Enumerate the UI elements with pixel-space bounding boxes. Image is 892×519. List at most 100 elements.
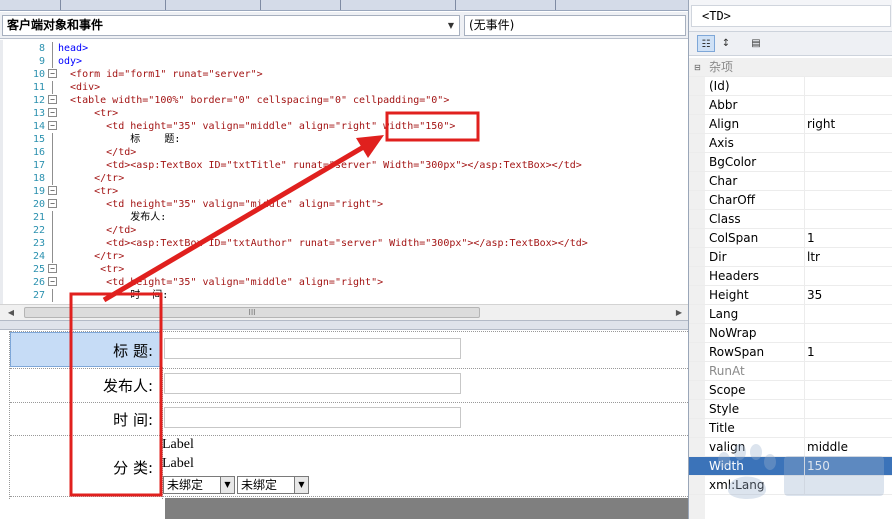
outline-guide [52, 224, 53, 237]
property-value[interactable] [804, 172, 892, 191]
property-value[interactable] [804, 400, 892, 419]
collapse-icon[interactable]: − [48, 199, 57, 208]
property-value[interactable] [804, 153, 892, 172]
code-text: <td height="35" valign="middle" align="r… [58, 277, 384, 288]
time-textbox[interactable] [164, 407, 461, 428]
property-row[interactable]: RowSpan 1 [689, 343, 892, 362]
line-number: 8 [38, 43, 45, 54]
line-number: 10 [32, 69, 45, 80]
code-line[interactable]: 21 发布人: [0, 211, 688, 224]
events-combo[interactable]: (无事件) [464, 15, 686, 36]
document-tab-strip[interactable] [0, 0, 688, 11]
design-surface[interactable]: 标 题: 发布人: 时 间: 分 类: Label Label 未绑定 ▼ 未绑… [0, 330, 688, 519]
categorized-icon[interactable]: ☷ [697, 35, 715, 52]
collapse-icon[interactable]: − [48, 121, 57, 130]
code-line[interactable]: 22 </td> [0, 224, 688, 237]
collapse-icon[interactable]: − [48, 186, 57, 195]
outline-guide [52, 289, 53, 302]
category-dropdown-1[interactable]: 未绑定 ▼ [163, 476, 235, 494]
property-value[interactable] [804, 362, 892, 381]
property-category[interactable]: ⊟ 杂项 [689, 58, 892, 77]
line-number: 27 [32, 290, 45, 301]
client-objects-combo[interactable]: 客户端对象和事件 ▼ [2, 15, 460, 36]
property-row[interactable]: Axis [689, 134, 892, 153]
source-code-editor[interactable]: 8 head> 9 ody> 10− <form id="form1" runat="s… [0, 40, 688, 304]
property-row[interactable]: ColSpan 1 [689, 229, 892, 248]
asp-label-1[interactable]: Label [162, 437, 194, 453]
code-line[interactable]: 12− <table width="100%" border="0" cells… [0, 94, 688, 107]
property-row[interactable]: Height 35 [689, 286, 892, 305]
property-row[interactable]: Align right [689, 115, 892, 134]
code-line[interactable]: 11 <div> [0, 81, 688, 94]
property-row[interactable]: Scope [689, 381, 892, 400]
code-line[interactable]: 17 <td><asp:TextBox ID="txtTitle" runat=… [0, 159, 688, 172]
collapse-icon[interactable]: − [48, 277, 57, 286]
property-row[interactable]: CharOff [689, 191, 892, 210]
property-value[interactable] [804, 96, 892, 115]
code-text: <tr> [58, 108, 119, 119]
property-pages-icon[interactable]: ▤ [747, 35, 765, 52]
code-line[interactable]: 27 时 间: [0, 289, 688, 302]
property-value[interactable] [804, 305, 892, 324]
code-line[interactable]: 10− <form id="form1" runat="server"> [0, 68, 688, 81]
code-line[interactable]: 18 </tr> [0, 172, 688, 185]
asp-label-2[interactable]: Label [162, 456, 194, 472]
property-value[interactable] [804, 324, 892, 343]
author-textbox[interactable] [164, 373, 461, 394]
collapse-icon[interactable]: − [48, 108, 57, 117]
property-row[interactable]: RunAt [689, 362, 892, 381]
property-row[interactable]: NoWrap [689, 324, 892, 343]
scroll-left-icon[interactable]: ◀ [4, 306, 18, 319]
property-value[interactable] [804, 381, 892, 400]
property-value[interactable] [804, 191, 892, 210]
element-selector[interactable]: <TD> [691, 5, 891, 27]
property-row[interactable]: Lang [689, 305, 892, 324]
title-textbox[interactable] [164, 338, 461, 359]
collapse-icon[interactable]: − [48, 69, 57, 78]
property-row[interactable]: (Id) [689, 77, 892, 96]
property-value[interactable]: 1 [804, 229, 892, 248]
code-line[interactable]: 9 ody> [0, 55, 688, 68]
property-value[interactable]: ltr [804, 248, 892, 267]
property-name: Style [709, 402, 740, 416]
property-value[interactable] [804, 134, 892, 153]
property-row[interactable]: Char [689, 172, 892, 191]
code-line[interactable]: 23 <td><asp:TextBox ID="txtAuthor" runat… [0, 237, 688, 250]
collapse-icon[interactable]: ⊟ [694, 64, 702, 72]
property-row[interactable]: Headers [689, 267, 892, 286]
alphabetical-icon[interactable]: ↕ [717, 35, 735, 52]
code-line[interactable]: 13− <tr> [0, 107, 688, 120]
property-row[interactable]: Abbr [689, 96, 892, 115]
property-row[interactable]: Dir ltr [689, 248, 892, 267]
view-splitter[interactable] [0, 320, 688, 330]
property-name: Class [709, 212, 741, 226]
outline-guide [52, 159, 53, 172]
collapse-icon[interactable]: − [48, 95, 57, 104]
property-value[interactable]: 1 [804, 343, 892, 362]
property-row[interactable]: Class [689, 210, 892, 229]
editor-horizontal-scrollbar[interactable]: ◀ III ▶ [0, 304, 688, 320]
property-value[interactable]: 35 [804, 286, 892, 305]
scroll-right-icon[interactable]: ▶ [672, 306, 686, 319]
outline-guide [52, 250, 53, 263]
collapse-icon[interactable]: − [48, 264, 57, 273]
code-line[interactable]: 15 标 题: [0, 133, 688, 146]
code-line[interactable]: 20− <td height="35" valign="middle" alig… [0, 198, 688, 211]
line-number: 18 [32, 173, 45, 184]
property-value[interactable] [804, 210, 892, 229]
line-number: 9 [38, 56, 45, 67]
property-value[interactable]: right [804, 115, 892, 134]
code-line[interactable]: 8 head> [0, 42, 688, 55]
code-line[interactable]: 25− <tr> [0, 263, 688, 276]
property-value[interactable] [804, 77, 892, 96]
code-line[interactable]: 24 </tr> [0, 250, 688, 263]
property-row[interactable]: BgColor [689, 153, 892, 172]
scrollbar-thumb[interactable]: III [24, 307, 480, 318]
category-dropdown-2[interactable]: 未绑定 ▼ [237, 476, 309, 494]
code-line[interactable]: 14− <td height="35" valign="middle" alig… [0, 120, 688, 133]
code-line[interactable]: 26− <td height="35" valign="middle" alig… [0, 276, 688, 289]
code-line[interactable]: 16 </td> [0, 146, 688, 159]
property-row[interactable]: Style [689, 400, 892, 419]
property-value[interactable] [804, 267, 892, 286]
code-line[interactable]: 19− <tr> [0, 185, 688, 198]
